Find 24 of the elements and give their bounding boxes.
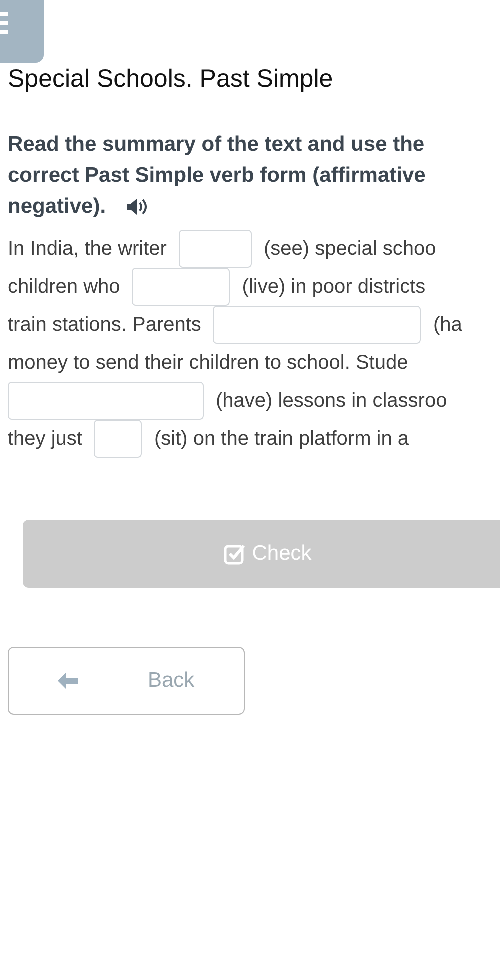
- exercise-text: (sit) on the train platform in a: [154, 427, 410, 452]
- exercise-text: (have) lessons in classroo: [216, 389, 448, 414]
- answer-field[interactable]: [178, 230, 252, 268]
- exercise-text: children who: [8, 275, 120, 300]
- instruction-text: correct Past Simple verb form (affirmative: [8, 163, 426, 189]
- back-button[interactable]: Back: [8, 647, 245, 715]
- instruction-text: Read the summary of the text and use the: [8, 132, 425, 158]
- arrow-left-icon: [57, 672, 79, 690]
- exercise-text: (see) special schoo: [264, 237, 436, 262]
- checkbox-icon: [224, 543, 246, 565]
- page-title: Special Schools. Past Simple: [8, 64, 334, 95]
- speaker-icon[interactable]: [126, 198, 148, 216]
- answer-field[interactable]: [94, 420, 142, 458]
- exercise-text: train stations. Parents: [8, 313, 202, 338]
- menu-icon: [0, 12, 8, 34]
- exercise-text: they just: [8, 427, 82, 452]
- exercise-text: money to send their children to school. Stude: [8, 351, 408, 376]
- instruction-text: negative).: [8, 194, 106, 220]
- exercise-text: In India, the writer: [8, 237, 167, 262]
- answer-field[interactable]: [8, 382, 204, 420]
- exercise-text: (live) in poor districts: [242, 275, 426, 300]
- answer-field[interactable]: [132, 268, 230, 306]
- exercise-text: (ha: [433, 313, 462, 338]
- answer-field[interactable]: [213, 306, 422, 344]
